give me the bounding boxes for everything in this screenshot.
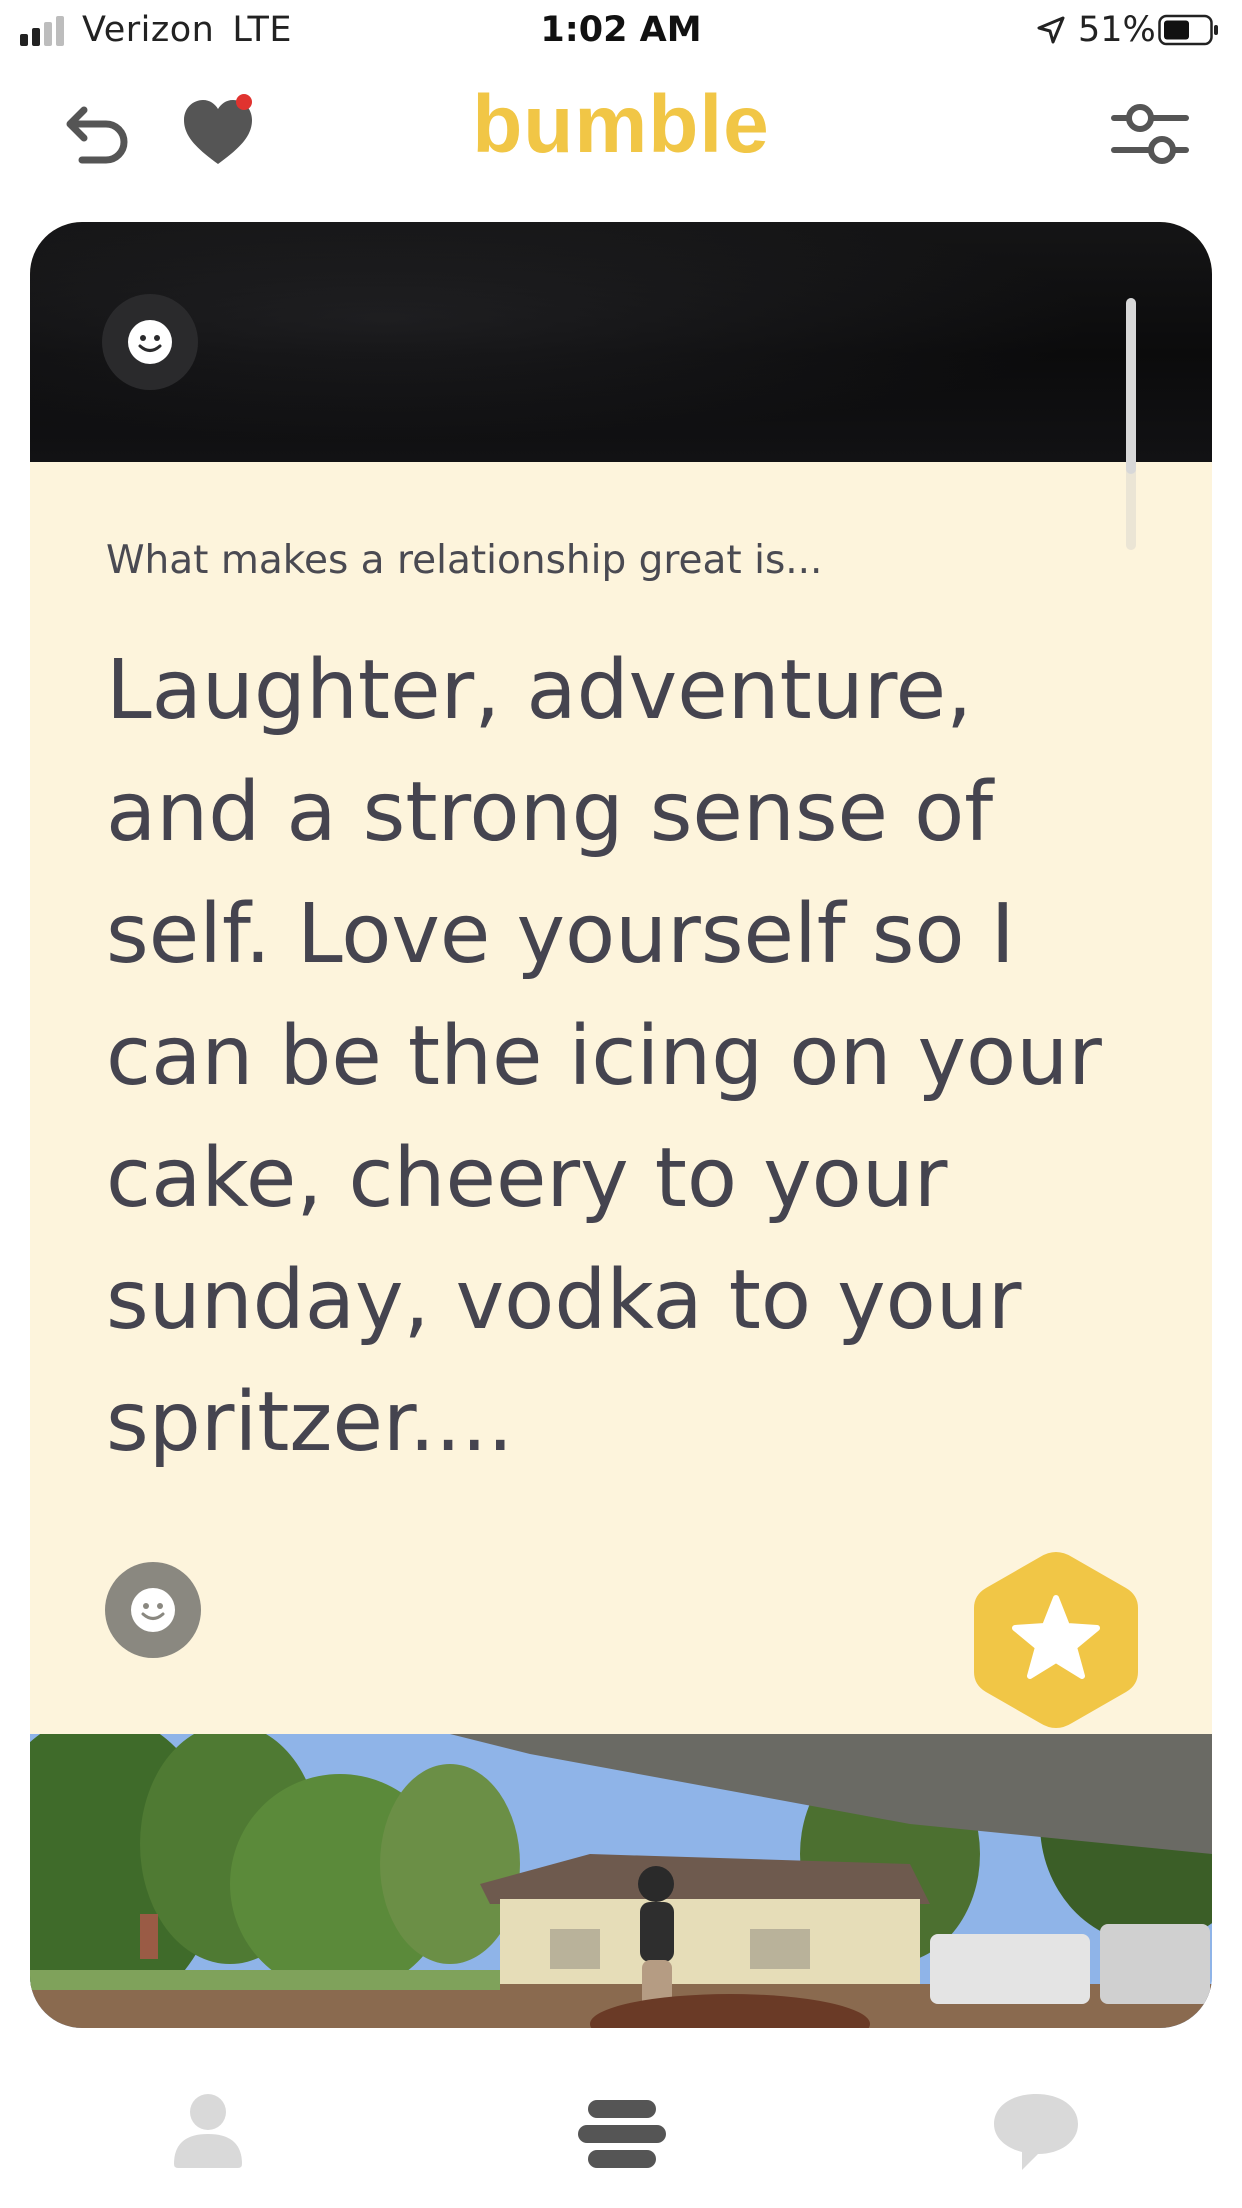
horse-riding-photo: [30, 1734, 1212, 2028]
profile-card[interactable]: What makes a relationship great is... La…: [30, 222, 1212, 2028]
location-arrow-icon: [1037, 16, 1065, 44]
chat-icon[interactable]: [992, 2090, 1080, 2172]
bottom-nav: [0, 2060, 1242, 2208]
smiley-icon[interactable]: [105, 1562, 201, 1658]
profile-icon[interactable]: [170, 2090, 246, 2170]
prompt-section: What makes a relationship great is... La…: [30, 462, 1212, 1734]
battery-percent: 51%: [1078, 10, 1156, 50]
status-bar: Verizon LTE 1:02 AM 51%: [0, 0, 1242, 64]
smiley-icon[interactable]: [102, 294, 198, 390]
card-scroll-thumb[interactable]: [1126, 298, 1136, 474]
profile-photo-bottom: [30, 1734, 1212, 2028]
filter-sliders-icon[interactable]: [1108, 92, 1192, 176]
top-header: bumble: [0, 70, 1242, 220]
stack-icon[interactable]: [578, 2098, 666, 2170]
prompt-question: What makes a relationship great is...: [106, 538, 823, 583]
profile-photo-top: [30, 222, 1212, 462]
superswipe-star-icon[interactable]: [968, 1546, 1144, 1734]
prompt-answer: Laughter, adventure, and a strong sense …: [106, 643, 1102, 1470]
battery-icon: [1158, 14, 1218, 46]
card-scrollbar[interactable]: [1126, 298, 1136, 550]
bumble-logo: bumble: [472, 79, 770, 170]
